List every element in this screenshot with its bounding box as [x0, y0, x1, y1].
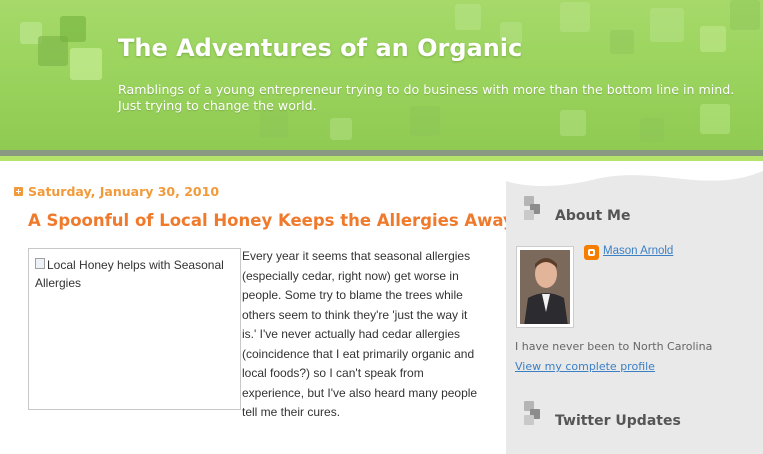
- header-decor-square: [455, 4, 481, 30]
- profile-photo[interactable]: [516, 246, 574, 328]
- profile-about-text: I have never been to North Carolina: [515, 340, 713, 353]
- header-decor-square: [260, 110, 288, 138]
- avatar: [520, 250, 570, 324]
- avatar-illustration: [520, 250, 570, 324]
- header-decor-square: [70, 48, 102, 80]
- blog-title[interactable]: The Adventures of an Organic: [118, 34, 522, 62]
- sidebar-wave-decoration: [506, 161, 763, 186]
- post-title-link[interactable]: A Spoonful of Local Honey Keeps the Alle…: [28, 211, 514, 230]
- twitter-updates-heading: Twitter Updates: [555, 413, 681, 429]
- header-decor-square: [730, 0, 760, 30]
- about-me-heading: About Me: [555, 208, 631, 224]
- header-decor-square: [650, 8, 684, 42]
- post-image-alt-text: Local Honey helps with Seasonal Allergie…: [35, 258, 224, 290]
- post-date: Saturday, January 30, 2010: [28, 184, 220, 199]
- view-profile-link[interactable]: View my complete profile: [515, 360, 655, 373]
- header-decor-square: [610, 30, 634, 54]
- blog-header: The Adventures of an Organic Ramblings o…: [0, 0, 763, 152]
- profile-name-link[interactable]: Mason Arnold: [603, 245, 673, 257]
- header-decor-square: [700, 26, 726, 52]
- header-decor-square: [560, 2, 590, 32]
- header-decor-square: [330, 118, 352, 140]
- blogger-icon: [584, 245, 599, 260]
- stacked-squares-icon: [524, 401, 548, 425]
- sidebar: About Me Mason Arnold I have never been …: [506, 161, 763, 454]
- header-decor-square: [640, 118, 664, 142]
- post-image[interactable]: Local Honey helps with Seasonal Allergie…: [28, 248, 241, 410]
- blog-description: Ramblings of a young entrepreneur trying…: [118, 82, 735, 113]
- header-decor-square: [60, 16, 86, 42]
- post-body-text: Every year it seems that seasonal allerg…: [242, 249, 478, 419]
- stacked-squares-icon: [524, 196, 548, 220]
- plus-square-icon[interactable]: [14, 187, 23, 196]
